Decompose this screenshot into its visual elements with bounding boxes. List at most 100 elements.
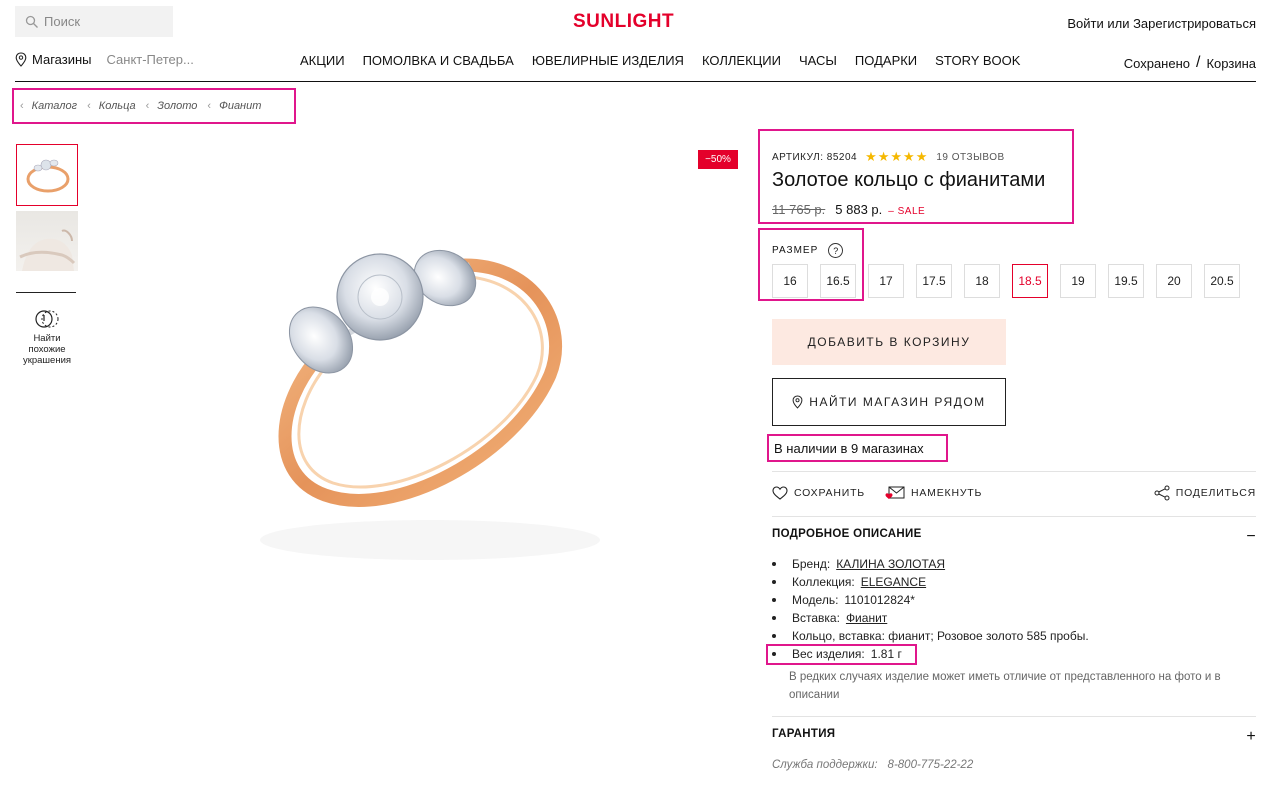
search-placeholder: Поиск (44, 14, 81, 29)
divider (772, 471, 1256, 472)
menu-item-gifts[interactable]: ПОДАРКИ (855, 53, 917, 68)
current-price: 5 883 р. (835, 202, 883, 217)
list-item: Вставка: Фианит (772, 609, 1089, 627)
insert-label: Вставка: (792, 611, 840, 625)
main-menu: АКЦИИ ПОМОЛВКА И СВАДЬБА ЮВЕЛИРНЫЕ ИЗДЕЛ… (300, 53, 1020, 68)
price-block: 11 765 р. 5 883 р. – SALE (772, 202, 925, 217)
share-icon (1154, 485, 1170, 501)
save-button[interactable]: СОХРАНИТЬ (772, 486, 865, 500)
menu-item-jewelry[interactable]: ЮВЕЛИРНЫЕ ИЗДЕЛИЯ (532, 53, 684, 68)
size-label: РАЗМЕР ? (772, 243, 844, 258)
composition-text: Кольцо, вставка: фианит; Розовое золото … (792, 629, 1089, 643)
saved-link[interactable]: Сохранено (1124, 56, 1190, 71)
insert-link[interactable]: Фианит (846, 609, 887, 627)
chevron-left-icon: ‹ (207, 100, 212, 112)
search-input[interactable]: Поиск (15, 6, 173, 37)
list-item: Коллекция: ELEGANCE (772, 573, 1089, 591)
collection-label: Коллекция: (792, 575, 855, 589)
share-label: ПОДЕЛИТЬСЯ (1175, 487, 1256, 499)
location-pin-icon (792, 395, 803, 409)
guarantee-header[interactable]: ГАРАНТИЯ + (772, 728, 1256, 746)
description-header[interactable]: ПОДРОБНОЕ ОПИСАНИЕ − (772, 528, 1256, 546)
share-button[interactable]: ПОДЕЛИТЬСЯ (1154, 485, 1256, 501)
size-option[interactable]: 17.5 (916, 264, 952, 298)
guarantee-title: ГАРАНТИЯ (772, 728, 836, 740)
description-title: ПОДРОБНОЕ ОПИСАНИЕ (772, 528, 922, 540)
user-links: Сохранено / Корзина (1124, 54, 1256, 72)
old-price: 11 765 р. (772, 202, 826, 217)
list-item: Модель: 1101012824* (772, 591, 1089, 609)
bullet (772, 580, 776, 584)
rating-stars-icon: ★★★★★ (865, 149, 929, 164)
divider (772, 716, 1256, 717)
hint-button[interactable]: НАМЕКНУТЬ (885, 486, 982, 500)
support-phone[interactable]: 8-800-775-22-22 (888, 759, 974, 771)
heart-icon (772, 486, 788, 500)
menu-item-watches[interactable]: ЧАСЫ (799, 53, 837, 68)
size-option[interactable]: 16.5 (820, 264, 856, 298)
breadcrumb-item[interactable]: ‹ Золото (146, 100, 198, 112)
support-info: Служба поддержки: 8-800-775-22-22 (772, 759, 973, 771)
sku: АРТИКУЛ: 85204 (772, 151, 858, 163)
breadcrumb-item[interactable]: ‹ Кольца (87, 100, 136, 112)
divider (772, 516, 1256, 517)
chevron-left-icon: ‹ (145, 100, 150, 112)
breadcrumb-item[interactable]: ‹ Каталог (20, 100, 77, 112)
list-item: Бренд: КАЛИНА ЗОЛОТАЯ (772, 555, 1089, 573)
login-link[interactable]: Войти или Зарегистрироваться (1067, 16, 1256, 31)
find-similar-label: украшения (22, 355, 72, 366)
menu-item-promotions[interactable]: АКЦИИ (300, 53, 345, 68)
location-pin-icon (15, 52, 27, 67)
availability-text[interactable]: В наличии в 9 магазинах (767, 434, 948, 462)
sale-badge: – SALE (888, 206, 926, 217)
thumbnail-ring[interactable] (16, 144, 78, 206)
list-item: Кольцо, вставка: фианит; Розовое золото … (772, 627, 1089, 645)
size-title: РАЗМЕР (772, 245, 819, 256)
size-option[interactable]: 16 (772, 264, 808, 298)
hint-label: НАМЕКНУТЬ (911, 487, 983, 499)
find-similar-label: похожие (28, 344, 66, 355)
find-similar-button[interactable]: Найти похожие украшения (14, 308, 80, 366)
brand-link[interactable]: КАЛИНА ЗОЛОТАЯ (836, 555, 945, 573)
disclaimer-note: В редких случаях изделие может иметь отл… (789, 671, 1221, 701)
support-label: Служба поддержки: (772, 759, 878, 771)
city-selector[interactable]: Санкт-Петер... (107, 52, 194, 67)
cart-link[interactable]: Корзина (1206, 56, 1256, 71)
breadcrumb: ‹ Каталог ‹ Кольца ‹ Золото ‹ Фианит (12, 88, 296, 124)
size-option-selected[interactable]: 18.5 (1012, 264, 1048, 298)
chevron-left-icon: ‹ (20, 100, 24, 112)
menu-item-storybook[interactable]: STORY BOOK (935, 53, 1020, 68)
size-option[interactable]: 19 (1060, 264, 1096, 298)
reviews-link[interactable]: 19 ОТЗЫВОВ (936, 152, 1004, 163)
size-option[interactable]: 18 (964, 264, 1000, 298)
logo[interactable]: SUNLIGHT (573, 11, 674, 33)
find-store-button[interactable]: НАЙТИ МАГАЗИН РЯДОМ (772, 378, 1006, 426)
thumbnail-model[interactable] (16, 211, 78, 271)
menu-item-wedding[interactable]: ПОМОЛВКА И СВАДЬБА (363, 53, 514, 68)
save-label: СОХРАНИТЬ (794, 487, 865, 499)
stores-link[interactable]: Магазины (32, 52, 92, 67)
breadcrumb-item[interactable]: ‹ Фианит (207, 100, 261, 112)
model-hand-image (19, 229, 76, 271)
size-option[interactable]: 20 (1156, 264, 1192, 298)
collection-link[interactable]: ELEGANCE (861, 573, 926, 591)
find-store-label: НАЙТИ МАГАЗИН РЯДОМ (809, 395, 986, 409)
envelope-heart-icon (885, 486, 905, 499)
collapse-icon[interactable]: − (1246, 528, 1256, 546)
product-main-image[interactable] (215, 205, 625, 590)
menu-item-collections[interactable]: КОЛЛЕКЦИИ (702, 53, 781, 68)
product-actions: СОХРАНИТЬ НАМЕКНУТЬ ПОДЕЛИТЬСЯ (772, 485, 1256, 501)
size-option[interactable]: 20.5 (1204, 264, 1240, 298)
size-option[interactable]: 19.5 (1108, 264, 1144, 298)
add-to-cart-button[interactable]: ДОБАВИТЬ В КОРЗИНУ (772, 319, 1006, 365)
size-selector: 16 16.5 17 17.5 18 18.5 19 19.5 20 20.5 (772, 264, 1240, 298)
model-value: 1101012824* (844, 593, 915, 607)
separator: / (1196, 54, 1201, 71)
find-similar-label: Найти (33, 333, 61, 344)
size-option[interactable]: 17 (868, 264, 904, 298)
help-icon[interactable]: ? (828, 243, 844, 258)
discount-badge: −50% (698, 150, 738, 169)
brand-label: Бренд: (792, 557, 831, 571)
find-similar-icon (35, 310, 59, 328)
expand-icon[interactable]: + (1246, 728, 1256, 746)
